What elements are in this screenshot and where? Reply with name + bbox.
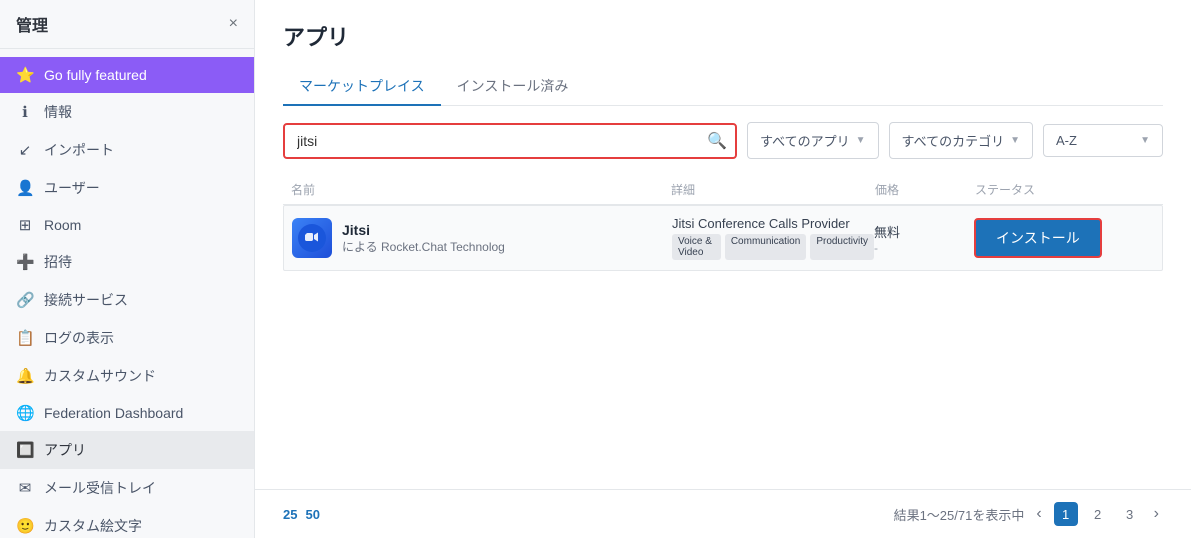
sidebar-item-label: カスタムサウンド (44, 366, 156, 386)
sidebar-item-label: ユーザー (44, 178, 100, 198)
custom-emoji-icon: 🙂 (16, 517, 34, 535)
custom-sounds-icon: 🔔 (16, 367, 34, 385)
app-status-wrap: インストール (974, 218, 1154, 258)
search-input[interactable] (283, 123, 737, 159)
info-icon: ℹ (16, 103, 34, 121)
sidebar-items: ⭐ Go fully featured ℹ 情報 ↙ インポート 👤 ユーザー ⊞ Room ➕ 招待… (0, 49, 254, 538)
sidebar-item-label: Go fully featured (44, 67, 147, 83)
chevron-down-icon: ▼ (1010, 135, 1020, 146)
sidebar-item-label: 招待 (44, 252, 72, 272)
app-tag: Voice & Video (672, 234, 721, 260)
sidebar-item-logs[interactable]: 📋 ログの表示 (0, 319, 254, 357)
all-apps-label: すべてのアプリ (760, 131, 850, 150)
app-by: による Rocket.Chat Technolog (342, 238, 505, 255)
tabs: マーケットプレイスインストール済み (283, 68, 1163, 106)
app-details: Jitsi Conference Calls Provider Voice & … (672, 216, 874, 260)
sidebar-title: 管理 (16, 12, 48, 36)
sidebar-item-label: カスタム絵文字 (44, 516, 142, 536)
sidebar-item-custom-emoji[interactable]: 🙂 カスタム絵文字 (0, 507, 254, 538)
sidebar-header: 管理 × (0, 0, 254, 49)
search-wrap: 🔍 (283, 123, 737, 159)
all-apps-filter[interactable]: すべてのアプリ ▼ (747, 122, 878, 159)
app-price: 無料 (874, 222, 974, 241)
app-name: Jitsi (342, 222, 505, 238)
tab-installed[interactable]: インストール済み (441, 68, 585, 106)
sidebar-item-label: Room (44, 217, 81, 233)
sidebar-close-button[interactable]: × (229, 15, 238, 33)
apps-icon: 🔲 (16, 441, 34, 459)
per-page-25[interactable]: 25 (283, 507, 297, 522)
page-1-button[interactable]: 1 (1054, 502, 1078, 526)
app-name-wrap: Jitsi による Rocket.Chat Technolog (342, 222, 505, 255)
logs-icon: 📋 (16, 329, 34, 347)
sidebar-item-label: アプリ (44, 440, 86, 460)
sidebar-item-label: ログの表示 (44, 328, 114, 348)
install-button[interactable]: インストール (974, 218, 1102, 258)
col-status: ステータス (975, 181, 1155, 198)
sidebar-item-go-fully-featured[interactable]: ⭐ Go fully featured (0, 57, 254, 93)
sidebar-item-label: インポート (44, 140, 114, 160)
app-price-wrap: 無料 - (874, 222, 974, 255)
table-header: 名前 詳細 価格 ステータス (283, 175, 1163, 205)
per-page: 25 50 (283, 507, 320, 522)
app-icon (292, 218, 332, 258)
mail-inbox-icon: ✉ (16, 479, 34, 497)
sidebar-item-info[interactable]: ℹ 情報 (0, 93, 254, 131)
sidebar-item-users[interactable]: 👤 ユーザー (0, 169, 254, 207)
col-name: 名前 (291, 181, 671, 198)
sidebar-item-label: 接続サービス (44, 290, 128, 310)
pagination-right: 結果1〜25/71を表示中 ‹ 1 2 3 › (894, 502, 1163, 526)
app-tags: Voice & VideoCommunicationProductivity (672, 234, 874, 260)
go-fully-featured-icon: ⭐ (16, 66, 34, 84)
page-2-button[interactable]: 2 (1086, 502, 1110, 526)
sidebar-item-custom-sounds[interactable]: 🔔 カスタムサウンド (0, 357, 254, 395)
sidebar-item-mail-inbox[interactable]: ✉ メール受信トレイ (0, 469, 254, 507)
per-page-50[interactable]: 50 (305, 507, 319, 522)
federation-icon: 🌐 (16, 404, 34, 422)
prev-page-button[interactable]: ‹ (1032, 503, 1045, 525)
sidebar-item-apps[interactable]: 🔲 アプリ (0, 431, 254, 469)
page-title: アプリ (283, 20, 1163, 52)
sort-filter[interactable]: A-Z ▼ (1043, 124, 1163, 157)
table-row: Jitsi による Rocket.Chat Technolog Jitsi Co… (283, 205, 1163, 271)
main-content: アプリ マーケットプレイスインストール済み 🔍 すべてのアプリ ▼ すべてのカテ… (255, 0, 1191, 538)
sidebar-item-invite[interactable]: ➕ 招待 (0, 243, 254, 281)
app-description: Jitsi Conference Calls Provider (672, 216, 874, 231)
room-icon: ⊞ (16, 216, 34, 234)
users-icon: 👤 (16, 179, 34, 197)
import-icon: ↙ (16, 141, 34, 159)
filter-row: 🔍 すべてのアプリ ▼ すべてのカテゴリ ▼ A-Z ▼ (283, 122, 1163, 159)
search-icon[interactable]: 🔍 (707, 131, 727, 151)
app-price-sub: - (874, 241, 974, 255)
all-categories-filter[interactable]: すべてのカテゴリ ▼ (889, 122, 1033, 159)
sort-label: A-Z (1056, 133, 1077, 148)
invite-icon: ➕ (16, 253, 34, 271)
chevron-down-icon: ▼ (1140, 135, 1150, 146)
all-categories-label: すべてのカテゴリ (902, 131, 1005, 150)
connection-services-icon: 🔗 (16, 291, 34, 309)
next-page-button[interactable]: › (1150, 503, 1163, 525)
sidebar-item-label: メール受信トレイ (44, 478, 156, 498)
sidebar-item-import[interactable]: ↙ インポート (0, 131, 254, 169)
page-3-button[interactable]: 3 (1118, 502, 1142, 526)
col-price: 価格 (875, 181, 975, 198)
pagination-bar: 25 50 結果1〜25/71を表示中 ‹ 1 2 3 › (255, 489, 1191, 538)
main-header: アプリ マーケットプレイスインストール済み (255, 0, 1191, 122)
main-body: 🔍 すべてのアプリ ▼ すべてのカテゴリ ▼ A-Z ▼ 名前 詳細 価格 ステ… (255, 122, 1191, 489)
app-tag: Communication (725, 234, 806, 260)
sidebar-item-label: Federation Dashboard (44, 405, 183, 421)
col-detail: 詳細 (671, 181, 875, 198)
tab-marketplace[interactable]: マーケットプレイス (283, 68, 441, 106)
sidebar-item-label: 情報 (44, 102, 72, 122)
sidebar: 管理 × ⭐ Go fully featured ℹ 情報 ↙ インポート 👤 ユーザー ⊞ Ro… (0, 0, 255, 538)
app-tag: Productivity (810, 234, 874, 260)
results-text: 結果1〜25/71を表示中 (894, 505, 1025, 524)
sidebar-item-room[interactable]: ⊞ Room (0, 207, 254, 243)
sidebar-item-federation[interactable]: 🌐 Federation Dashboard (0, 395, 254, 431)
chevron-down-icon: ▼ (856, 135, 866, 146)
app-info: Jitsi による Rocket.Chat Technolog (292, 218, 672, 258)
sidebar-item-connection-services[interactable]: 🔗 接続サービス (0, 281, 254, 319)
